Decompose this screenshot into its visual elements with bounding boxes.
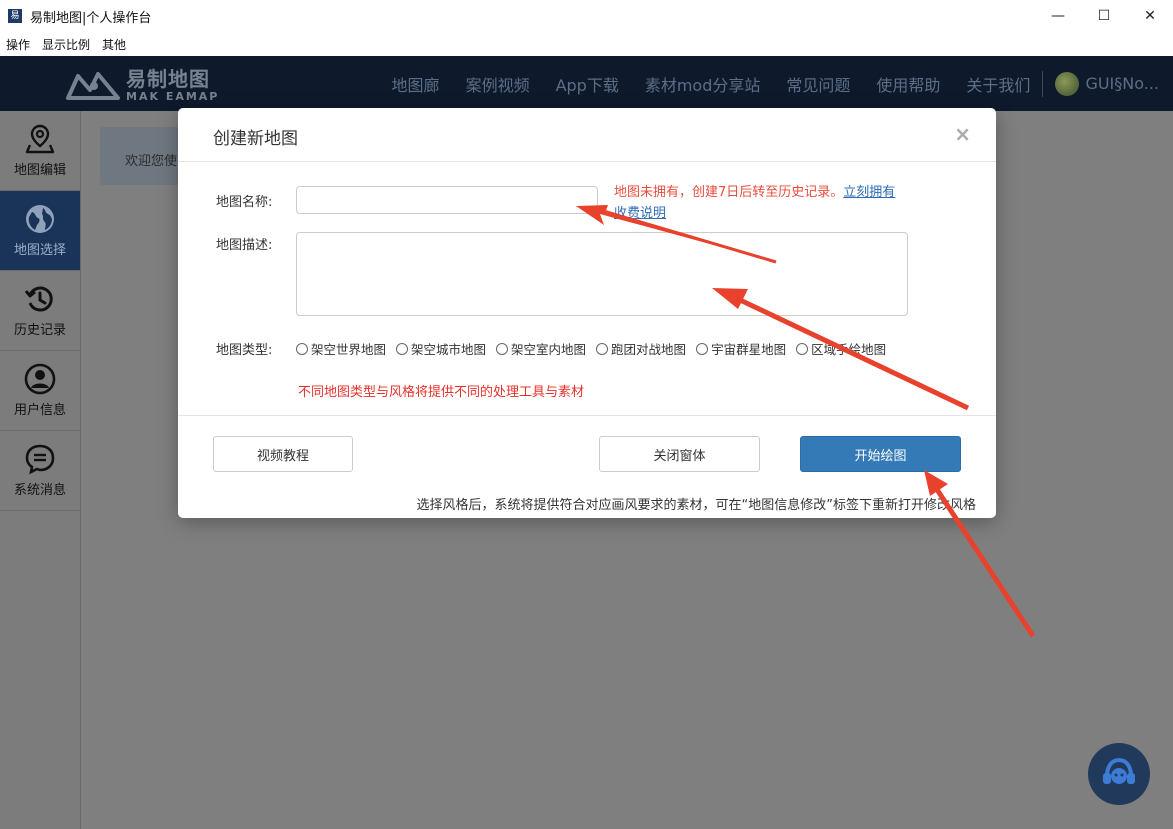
user-icon (24, 363, 56, 395)
nav-app-download[interactable]: App下载 (556, 72, 619, 96)
start-drawing-button[interactable]: 开始绘图 (800, 436, 961, 472)
map-type-label: 地图类型: (216, 343, 273, 358)
map-desc-input[interactable] (296, 232, 908, 316)
sidebar: 地图编辑 地图选择 历史记录 用户信息 系统消息 (0, 111, 81, 829)
nav-help[interactable]: 使用帮助 (876, 72, 940, 96)
sidebar-label: 地图编辑 (13, 163, 66, 178)
sidebar-label: 系统消息 (13, 483, 66, 498)
type-option-city[interactable]: 架空城市地图 (396, 339, 486, 358)
radio-icon[interactable] (596, 342, 609, 355)
sidebar-item-map-edit[interactable]: 地图编辑 (0, 111, 80, 191)
radio-icon[interactable] (696, 342, 709, 355)
user-name: GUI§No... (1085, 74, 1159, 93)
map-type-group: 架空世界地图 架空城市地图 架空室内地图 跑团对战地图 宇宙群星地图 区域手绘地… (296, 339, 896, 358)
close-dialog-button[interactable]: 关闭窗体 (599, 436, 760, 472)
video-tutorial-button[interactable]: 视频教程 (213, 436, 353, 472)
minimize-button[interactable]: — (1035, 0, 1081, 32)
type-option-handdrawn[interactable]: 区域手绘地图 (796, 339, 886, 358)
sidebar-item-messages[interactable]: 系统消息 (0, 431, 80, 511)
menu-other[interactable]: 其他 (102, 36, 126, 53)
nav-faq[interactable]: 常见问题 (786, 72, 850, 96)
maximize-button[interactable]: ☐ (1081, 0, 1127, 32)
top-nav: 地图廊 案例视频 App下载 素材mod分享站 常见问题 使用帮助 关于我们 G… (392, 56, 1173, 111)
map-pin-icon (25, 124, 55, 154)
sidebar-item-map-select[interactable]: 地图选择 (0, 191, 80, 271)
support-button[interactable] (1088, 743, 1150, 805)
ownership-hint: 地图未拥有，创建7日后转至历史记录。立刻拥有 收费说明 (614, 182, 934, 224)
menu-operate[interactable]: 操作 (6, 36, 30, 53)
radio-icon[interactable] (296, 342, 308, 355)
radio-icon[interactable] (496, 342, 509, 355)
buy-now-link[interactable]: 立刻拥有 (843, 185, 895, 200)
type-label: 跑团对战地图 (611, 342, 687, 357)
create-map-dialog: 创建新地图 × 地图名称: 地图未拥有，创建7日后转至历史记录。立刻拥有 收费说… (178, 108, 996, 518)
menu-bar: 操作 显示比例 其他 (0, 32, 1173, 56)
type-label: 架空世界地图 (311, 342, 387, 357)
logo-en: MAK EAMAP (126, 89, 220, 103)
nav-mod-share[interactable]: 素材mod分享站 (645, 72, 761, 96)
style-footer-note: 选择风格后，系统将提供符合对应画风要求的素材，可在“地图信息修改”标签下重新打开… (416, 498, 976, 513)
title-bar: 易 易制地图|个人操作台 — ☐ ✕ (0, 0, 1173, 32)
map-desc-label: 地图描述: (216, 238, 273, 253)
radio-icon[interactable] (396, 342, 409, 355)
map-name-input[interactable] (296, 186, 598, 214)
site-header: 易制地图 MAK EAMAP 地图廊 案例视频 App下载 素材mod分享站 常… (0, 56, 1173, 111)
sidebar-item-user-info[interactable]: 用户信息 (0, 351, 80, 431)
type-option-battle[interactable]: 跑团对战地图 (596, 339, 686, 358)
map-name-label: 地图名称: (216, 195, 273, 210)
radio-icon[interactable] (796, 342, 809, 355)
type-option-world[interactable]: 架空世界地图 (296, 339, 386, 358)
dialog-footer-divider (178, 415, 996, 416)
customer-service-icon (1103, 757, 1135, 784)
dialog-close-icon[interactable]: × (954, 122, 971, 146)
sidebar-label: 用户信息 (13, 403, 66, 418)
globe-icon (26, 205, 54, 233)
type-label: 架空室内地图 (511, 342, 587, 357)
dialog-title: 创建新地图 (213, 129, 298, 149)
menu-zoom[interactable]: 显示比例 (42, 36, 90, 53)
history-icon (24, 286, 53, 312)
logo[interactable]: 易制地图 MAK EAMAP (64, 68, 219, 102)
user-menu[interactable]: GUI§No... (1055, 71, 1159, 96)
type-option-indoor[interactable]: 架空室内地图 (496, 339, 586, 358)
hint-text: 地图未拥有，创建7日后转至历史记录。 (614, 185, 844, 200)
logo-cn: 易制地图 (126, 66, 210, 91)
type-label: 架空城市地图 (411, 342, 487, 357)
type-label: 宇宙群星地图 (711, 342, 787, 357)
window-title: 易制地图|个人操作台 (30, 10, 152, 26)
sidebar-label: 历史记录 (13, 323, 66, 338)
avatar (1055, 71, 1080, 96)
nav-about[interactable]: 关于我们 (966, 72, 1030, 96)
app-icon: 易 (8, 9, 22, 23)
message-icon (25, 444, 55, 475)
nav-map-gallery[interactable]: 地图廊 (392, 72, 440, 96)
logo-mark-icon (66, 72, 120, 100)
nav-divider (1042, 70, 1044, 97)
sidebar-item-history[interactable]: 历史记录 (0, 271, 80, 351)
close-window-button[interactable]: ✕ (1127, 0, 1173, 32)
nav-case-videos[interactable]: 案例视频 (466, 72, 530, 96)
type-label: 区域手绘地图 (811, 342, 887, 357)
map-type-note: 不同地图类型与风格将提供不同的处理工具与素材 (298, 385, 585, 400)
dialog-header: 创建新地图 × (178, 108, 996, 162)
window-controls: — ☐ ✕ (1035, 0, 1173, 32)
type-option-galaxy[interactable]: 宇宙群星地图 (696, 339, 786, 358)
pricing-link[interactable]: 收费说明 (614, 206, 666, 221)
sidebar-label: 地图选择 (13, 243, 66, 258)
